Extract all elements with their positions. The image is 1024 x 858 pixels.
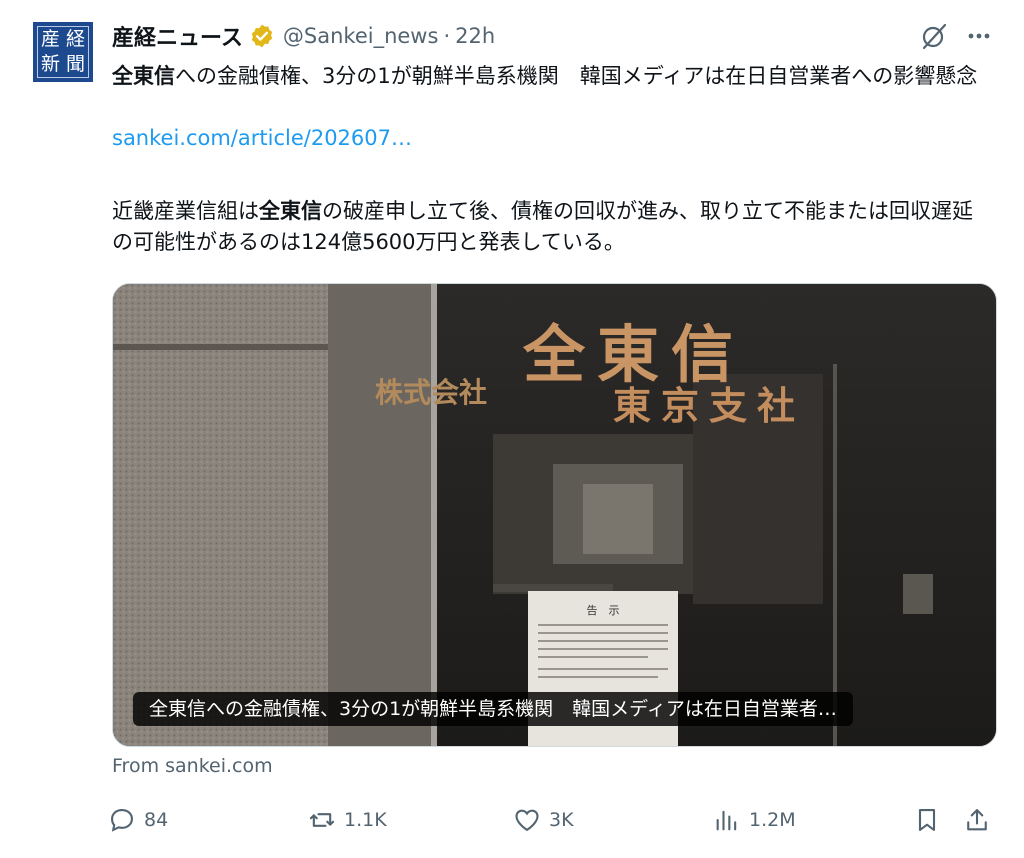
tweet-title: 全東信への金融債権、3分の1が朝鮮半島系機関 韓国メディアは在日自営業者への影響…: [112, 61, 992, 92]
display-name[interactable]: 産経ニュース: [112, 20, 243, 52]
bookmark-button[interactable]: [913, 800, 949, 840]
avatar[interactable]: 産 経 新 聞: [33, 22, 93, 82]
action-bar: 84 1.1K 3K 1.2M: [108, 800, 998, 840]
tweet-body: 近畿産業信組は全東信の破産申し立て後、債権の回収が進み、取り立て不能または回収遅…: [112, 196, 992, 258]
reply-button[interactable]: 84: [108, 800, 168, 840]
logo-char: 経: [65, 28, 85, 50]
sign-company: 株式会社: [375, 376, 487, 409]
article-link[interactable]: sankei.com/article/202607…: [112, 126, 412, 150]
tweet-header: 産経ニュース @Sankei_news · 22h: [112, 18, 495, 54]
stone-pillar-side: [328, 284, 438, 746]
bookmark-icon: [918, 809, 936, 831]
title-keyword: 全東信: [112, 64, 175, 88]
notice-title: 告 示: [587, 604, 620, 617]
link-card-image[interactable]: 告 示 株式会社 全東信 東京支社 全東信への金融債権、3分の1が朝鮮半島系機関…: [112, 283, 997, 747]
grok-icon[interactable]: [918, 20, 950, 52]
views-button[interactable]: 1.2M: [713, 800, 796, 840]
separator: ·: [443, 24, 451, 48]
sign-branch: 東京支社: [613, 383, 805, 428]
like-button[interactable]: 3K: [513, 800, 574, 840]
reply-count: 84: [144, 809, 169, 831]
title-text: への金融債権、3分の1が朝鮮半島系機関 韓国メディアは在日自営業者への影響懸念: [175, 64, 978, 88]
body-text-start: 近畿産業信組は: [112, 199, 259, 223]
timestamp[interactable]: 22h: [455, 24, 495, 48]
share-icon: [967, 809, 987, 831]
sign-name: 全東信: [522, 318, 745, 391]
view-count: 1.2M: [749, 809, 796, 831]
more-options-icon[interactable]: [963, 20, 995, 52]
verified-badge-icon[interactable]: [249, 23, 275, 49]
repost-icon: [309, 813, 335, 827]
tweet: 産 経 新 聞 産経ニュース @Sankei_news · 22h 全東信への金…: [0, 0, 1024, 858]
heart-icon: [515, 809, 539, 832]
like-count: 3K: [549, 809, 574, 831]
handle[interactable]: @Sankei_news: [283, 24, 439, 48]
card-source[interactable]: From sankei.com: [112, 755, 273, 777]
body-keyword: 全東信: [259, 199, 322, 223]
logo-char: 聞: [65, 53, 85, 75]
logo-char: 新: [40, 53, 60, 75]
reply-icon: [111, 809, 133, 832]
repost-button[interactable]: 1.1K: [308, 800, 387, 840]
card-caption: 全東信への金融債権、3分の1が朝鮮半島系機関 韓国メディアは在日自営業者…: [133, 692, 853, 726]
views-icon: [716, 810, 737, 831]
repost-count: 1.1K: [344, 809, 387, 831]
sankei-logo: 産 経 新 聞: [37, 26, 89, 78]
logo-char: 産: [40, 28, 60, 50]
stone-pillar: [113, 284, 328, 746]
share-button[interactable]: [963, 800, 999, 840]
